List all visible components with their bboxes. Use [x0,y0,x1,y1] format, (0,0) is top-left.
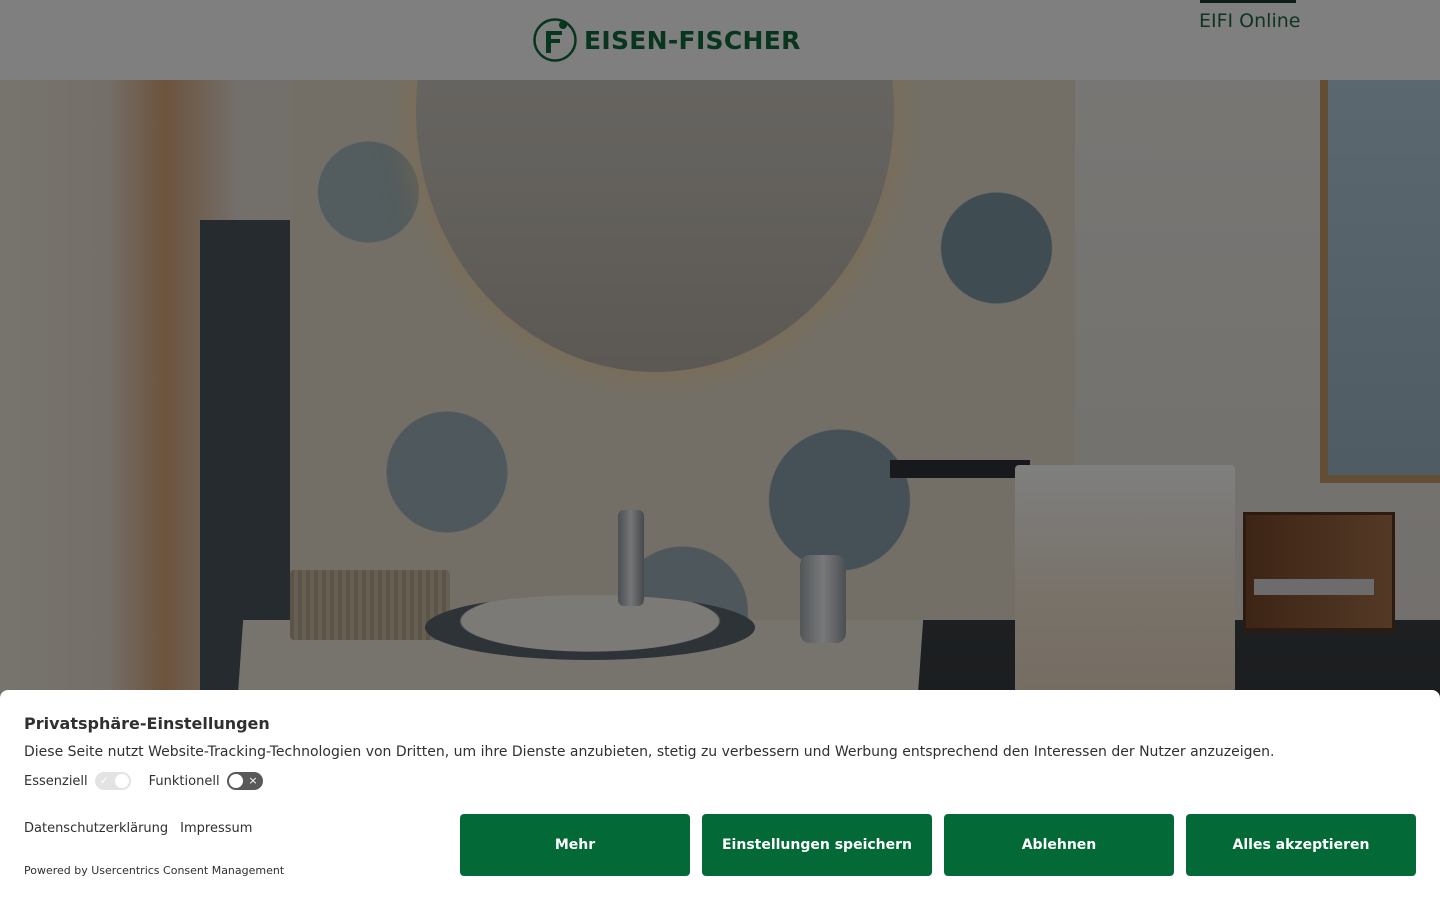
accept-all-button[interactable]: Alles akzeptieren [1186,814,1416,876]
consent-description: Diese Seite nutzt Website-Tracking-Techn… [24,744,1275,760]
powered-by-text[interactable]: Powered by Usercentrics Consent Manageme… [24,864,284,877]
consent-links: Datenschutzerklärung Impressum [24,821,252,836]
consent-title: Privatsphäre-Einstellungen [24,714,270,733]
consent-banner: Privatsphäre-Einstellungen Diese Seite n… [0,690,1440,900]
check-icon: ✓ [99,774,109,787]
toggle-label-essential: Essenziell [24,773,88,789]
imprint-link[interactable]: Impressum [180,821,252,836]
consent-buttons: Mehr Einstellungen speichern Ablehnen Al… [460,814,1416,876]
toggle-functional[interactable]: × [226,772,263,790]
consent-toggles: Essenziell ✓ Funktionell × [24,772,281,790]
toggle-essential[interactable]: ✓ [94,772,131,790]
more-button[interactable]: Mehr [460,814,690,876]
toggle-label-functional: Funktionell [148,773,220,789]
privacy-policy-link[interactable]: Datenschutzerklärung [24,821,168,836]
save-settings-button[interactable]: Einstellungen speichern [702,814,932,876]
close-icon: × [248,774,258,787]
decline-button[interactable]: Ablehnen [944,814,1174,876]
